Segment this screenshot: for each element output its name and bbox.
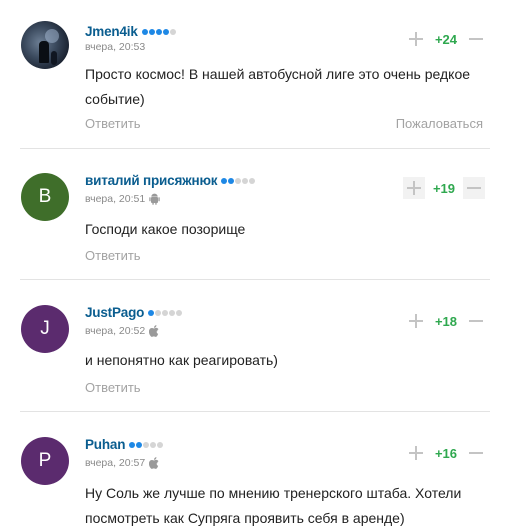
rating-dot: [136, 441, 143, 448]
score: +18: [434, 313, 458, 329]
comment-meta: вчера, 20:51: [85, 193, 160, 205]
downvote-minus-icon[interactable]: [463, 177, 485, 199]
user-rating-dots: [141, 28, 176, 35]
avatar-letter: J: [40, 318, 50, 339]
score: +24: [434, 31, 458, 47]
downvote-minus-icon[interactable]: [465, 28, 487, 50]
android-icon: [149, 193, 160, 205]
rating-dot: [169, 309, 176, 316]
rating-dot: [155, 28, 162, 35]
comment-text: Господи какое позорище: [85, 221, 246, 237]
divider: [20, 148, 490, 149]
rating-dot: [150, 441, 157, 448]
rating-dot: [249, 177, 256, 184]
apple-icon: [149, 457, 159, 469]
rating-dot: [235, 177, 242, 184]
timestamp: вчера, 20:53: [85, 41, 146, 53]
comment-header: JustPago: [85, 305, 183, 320]
vote-controls: +19: [403, 177, 485, 199]
avatar[interactable]: P: [21, 437, 69, 485]
avatar[interactable]: J: [21, 305, 69, 353]
downvote-minus-icon[interactable]: [465, 442, 487, 464]
avatar[interactable]: В: [21, 173, 69, 221]
user-rating-dots: [129, 441, 164, 448]
score: +16: [434, 445, 458, 461]
upvote-plus-icon[interactable]: [405, 310, 427, 332]
rating-dot: [162, 309, 169, 316]
vote-controls: +16: [405, 442, 487, 464]
divider: [20, 279, 490, 280]
rating-dot: [242, 177, 249, 184]
username[interactable]: Jmen4ik: [85, 24, 138, 39]
username[interactable]: Puhan: [85, 437, 125, 452]
timestamp: вчера, 20:57: [85, 457, 146, 469]
rating-dot: [148, 309, 155, 316]
vote-controls: +18: [405, 310, 487, 332]
rating-dot: [157, 441, 164, 448]
avatar-letter: В: [38, 186, 52, 207]
rating-dot: [141, 28, 148, 35]
report-button[interactable]: Пожаловаться: [396, 116, 483, 131]
comment-meta: вчера, 20:53: [85, 41, 145, 53]
upvote-plus-icon[interactable]: [405, 28, 427, 50]
downvote-minus-icon[interactable]: [465, 310, 487, 332]
comment-header: Jmen4ik: [85, 24, 176, 39]
rating-dot: [228, 177, 235, 184]
vote-controls: +24: [405, 28, 487, 50]
rating-dot: [162, 28, 169, 35]
user-rating-dots: [148, 309, 183, 316]
score: +19: [432, 180, 456, 196]
reply-button[interactable]: Ответить: [85, 380, 141, 395]
comment-meta: вчера, 20:57: [85, 457, 159, 469]
rating-dot: [155, 309, 162, 316]
comment-meta: вчера, 20:52: [85, 325, 159, 337]
comment-text: и непонятно как реагировать): [85, 352, 278, 368]
divider: [20, 411, 490, 412]
upvote-plus-icon[interactable]: [403, 177, 425, 199]
rating-dot: [129, 441, 136, 448]
rating-dot: [176, 309, 183, 316]
comment-text: Ну Соль же лучше по мнению тренерского ш…: [85, 485, 462, 526]
username[interactable]: JustPago: [85, 305, 144, 320]
comment-header: виталий присяжнюк: [85, 173, 256, 188]
reply-button[interactable]: Ответить: [85, 116, 141, 131]
user-rating-dots: [221, 177, 256, 184]
timestamp: вчера, 20:51: [85, 193, 146, 205]
upvote-plus-icon[interactable]: [405, 442, 427, 464]
reply-button[interactable]: Ответить: [85, 248, 141, 263]
comment-text: Просто космос! В нашей автобусной лиге э…: [85, 66, 471, 107]
rating-dot: [148, 28, 155, 35]
timestamp: вчера, 20:52: [85, 325, 146, 337]
username[interactable]: виталий присяжнюк: [85, 173, 218, 188]
rating-dot: [221, 177, 228, 184]
comment-header: Puhan: [85, 437, 164, 452]
avatar[interactable]: [21, 21, 69, 69]
rating-dot: [169, 28, 176, 35]
avatar-letter: P: [38, 450, 52, 471]
apple-icon: [149, 325, 159, 337]
rating-dot: [143, 441, 150, 448]
